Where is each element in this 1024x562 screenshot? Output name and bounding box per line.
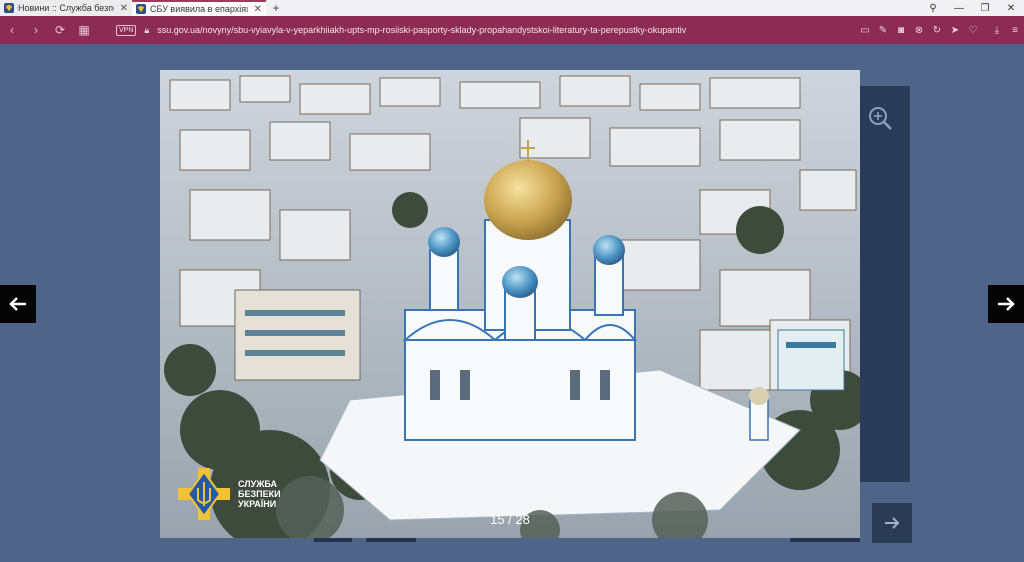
arrow-right-icon bbox=[998, 297, 1015, 311]
next-thumbnail-button[interactable] bbox=[872, 503, 912, 543]
downloads-icon[interactable]: ⤓ bbox=[988, 16, 1006, 44]
zoom-in-icon[interactable] bbox=[866, 104, 894, 132]
send-icon[interactable]: ➤ bbox=[946, 16, 964, 44]
gallery-photo[interactable]: СЛУЖБА БЕЗПЕКИ УКРАЇНИ 15 / 28 bbox=[160, 70, 860, 538]
ssu-logo-text: СЛУЖБА БЕЗПЕКИ УКРАЇНИ bbox=[238, 479, 281, 509]
url-field[interactable]: ssu.gov.ua/novyny/sbu-vyiavyla-v-yeparkh… bbox=[157, 25, 697, 35]
tab-title: Новини :: Служба безпеки bbox=[18, 3, 114, 13]
close-window-icon[interactable]: ✕ bbox=[998, 0, 1024, 16]
back-icon[interactable]: ‹ bbox=[0, 16, 24, 44]
thumbnail-strip-edge bbox=[790, 538, 860, 542]
lock-icon[interactable]: 🔒︎ bbox=[144, 25, 149, 36]
vpn-badge[interactable]: VPN bbox=[116, 24, 137, 36]
tab-article[interactable]: СБУ виявила в епархіях УПЦ ✕ bbox=[132, 0, 266, 16]
image-counter: 15 / 28 bbox=[490, 512, 530, 527]
window-controls: ⚲ — ❐ ✕ bbox=[920, 0, 1024, 16]
adblock-icon[interactable]: ⊗ bbox=[910, 16, 928, 44]
snapshot-icon[interactable]: ◙ bbox=[892, 16, 910, 44]
menu-icon[interactable]: ≡ bbox=[1006, 16, 1024, 44]
thumbnail-strip-edge bbox=[366, 538, 416, 542]
close-tab-icon[interactable]: ✕ bbox=[254, 4, 262, 15]
edit-icon[interactable]: ✎ bbox=[874, 16, 892, 44]
restore-icon[interactable]: ❐ bbox=[972, 0, 998, 16]
bookmark-heart-icon[interactable]: ♡ bbox=[964, 16, 982, 44]
arrow-left-icon bbox=[9, 297, 26, 311]
ssu-favicon-icon bbox=[136, 4, 146, 14]
previous-image-button[interactable] bbox=[0, 285, 36, 323]
search-tabs-icon[interactable]: ⚲ bbox=[920, 0, 946, 16]
tab-news[interactable]: Новини :: Служба безпеки ✕ bbox=[0, 0, 132, 16]
next-image-preview bbox=[860, 86, 910, 482]
speed-dial-icon[interactable]: ▦ bbox=[72, 16, 96, 44]
reload-icon[interactable]: ⟳ bbox=[48, 16, 72, 44]
article-text-behind bbox=[160, 36, 860, 48]
arrow-right-icon bbox=[885, 517, 900, 529]
thumbnail-strip-edge bbox=[314, 538, 352, 542]
refresh-icon[interactable]: ↻ bbox=[928, 16, 946, 44]
tab-strip: Новини :: Служба безпеки ✕ СБУ виявила в… bbox=[0, 0, 1024, 16]
forward-icon[interactable]: › bbox=[24, 16, 48, 44]
close-tab-icon[interactable]: ✕ bbox=[120, 3, 128, 14]
browser-toolbar: ▭ ✎ ◙ ⊗ ↻ ➤ ♡ ⤓ ≡ bbox=[856, 16, 1024, 44]
ssu-favicon-icon bbox=[4, 3, 14, 13]
minimize-icon[interactable]: — bbox=[946, 0, 972, 16]
new-tab-button[interactable]: + bbox=[266, 0, 286, 16]
tab-title: СБУ виявила в епархіях УПЦ bbox=[150, 4, 248, 14]
next-image-button[interactable] bbox=[988, 285, 1024, 323]
